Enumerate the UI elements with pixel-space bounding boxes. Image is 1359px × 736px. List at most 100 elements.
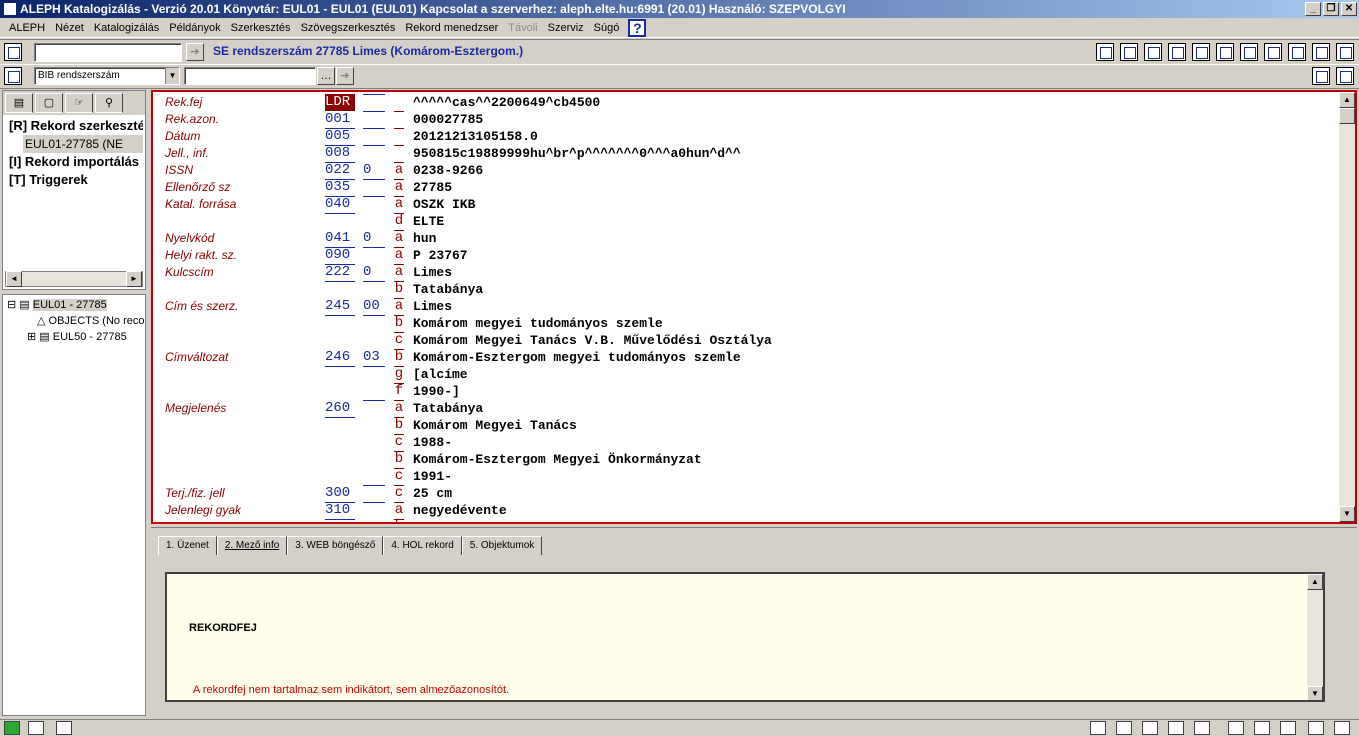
info-scroll-up-icon[interactable]: ▲ <box>1307 574 1323 590</box>
field-value[interactable]: Limes <box>413 298 452 315</box>
subfield-code[interactable] <box>394 128 404 146</box>
field-value[interactable]: 27785 <box>413 179 452 196</box>
status-network-icon[interactable] <box>1090 721 1106 735</box>
subfield-code[interactable]: a <box>394 247 404 265</box>
index-input[interactable] <box>184 67 316 85</box>
field-indicator[interactable] <box>363 247 385 248</box>
tab-hol-record[interactable]: 4. HOL rekord <box>383 536 462 555</box>
record-field-row[interactable]: g [alcíme <box>163 366 1338 384</box>
field-value[interactable]: 950815c19889999hu^br^p^^^^^^^0^^^a0hun^d… <box>413 145 741 162</box>
record-field-row[interactable]: Nyelvkód 041 0 a hun <box>163 230 1338 248</box>
field-indicator[interactable] <box>363 94 385 95</box>
field-value[interactable]: 2002 <box>413 519 444 522</box>
subfield-code[interactable]: c <box>394 468 404 486</box>
field-value[interactable]: hun <box>413 230 436 247</box>
status-user-icon[interactable] <box>1254 721 1270 735</box>
field-indicator[interactable] <box>363 196 385 197</box>
record-field-row[interactable]: Helyi rakt. sz. 090 a P 23767 <box>163 247 1338 265</box>
field-icon[interactable] <box>1240 43 1258 61</box>
subfield-code[interactable]: f <box>394 383 404 401</box>
tab-records-icon[interactable]: ▤ <box>5 93 33 113</box>
field-value[interactable]: OSZK IKB <box>413 196 475 213</box>
field-tag[interactable]: 246 <box>325 349 355 367</box>
close-record-icon[interactable] <box>1312 43 1330 61</box>
field-value[interactable]: Komárom-Esztergom megyei tudományos szem… <box>413 349 741 366</box>
record-icon[interactable] <box>1096 43 1114 61</box>
status-print-icon[interactable] <box>1308 721 1324 735</box>
field-value[interactable]: 1990-] <box>413 383 460 400</box>
subfield-code[interactable]: c <box>394 332 404 350</box>
menu-help[interactable]: Súgó <box>589 22 625 34</box>
list-icon[interactable] <box>1168 43 1186 61</box>
scroll-left-icon[interactable]: ◄ <box>6 271 22 287</box>
index-go-button[interactable]: ➔ <box>336 67 354 85</box>
menu-aleph[interactable]: ALEPH <box>4 22 50 34</box>
record-field-row[interactable]: Jelenlegi gyak 310 a negyedévente <box>163 502 1338 520</box>
status-doc-icon[interactable] <box>28 721 44 735</box>
field-value[interactable]: Komárom Megyei Tanács <box>413 417 577 434</box>
tab-doc-icon[interactable]: ▢ <box>35 93 63 113</box>
save-icon[interactable] <box>1216 43 1234 61</box>
horizontal-scrollbar[interactable]: ◄ ► <box>5 271 143 287</box>
status-home-icon[interactable] <box>1280 721 1296 735</box>
record-field-row[interactable]: b Komárom Megyei Tanács <box>163 417 1338 435</box>
subfield-code[interactable] <box>394 145 404 163</box>
record-field-row[interactable]: Terj./fiz. jell 300 c 25 cm <box>163 485 1338 503</box>
subfield-code[interactable]: a <box>394 179 404 197</box>
record-field-row[interactable]: ISSN 022 0 a 0238-9266 <box>163 162 1338 180</box>
open-icon[interactable] <box>4 67 22 85</box>
field-value[interactable]: [alcíme <box>413 366 468 383</box>
subfield-code[interactable]: d <box>394 213 404 231</box>
field-indicator[interactable]: 0 <box>363 264 385 282</box>
record-editor[interactable]: Rek.fej LDR ^^^^^cas^^2200649^cb4500 Rek.a… <box>151 90 1357 524</box>
field-tag[interactable]: 300 <box>325 485 355 503</box>
field-value[interactable]: 000027785 <box>413 111 483 128</box>
field-value[interactable]: Komárom megyei tudományos szemle <box>413 315 663 332</box>
subfield-code[interactable] <box>394 94 404 112</box>
tree-item-triggers[interactable]: [T] Triggerek <box>9 171 143 189</box>
tab-message[interactable]: 1. Üzenet <box>158 536 217 555</box>
tab-search-icon[interactable]: ⚲ <box>95 93 123 113</box>
exit-icon[interactable] <box>1336 43 1354 61</box>
field-value[interactable]: Tatabánya <box>413 281 483 298</box>
field-value[interactable]: negyedévente <box>413 502 507 519</box>
field-tag[interactable]: 040 <box>325 196 355 214</box>
info-scroll-down-icon[interactable]: ▼ <box>1307 686 1323 700</box>
record-field-row[interactable]: Cím és szerz. 245 00 a Limes <box>163 298 1338 316</box>
record-field-row[interactable]: b Komárom megyei tudományos szemle <box>163 315 1338 333</box>
minimize-button[interactable]: _ <box>1305 2 1321 16</box>
status-key-icon[interactable] <box>1228 721 1244 735</box>
field-value[interactable]: P 23767 <box>413 247 468 264</box>
subfield-code[interactable]: b <box>394 349 404 367</box>
field-tag[interactable]: 005 <box>325 128 355 146</box>
info-scrollbar[interactable]: ▲ ▼ <box>1307 574 1323 700</box>
field-value[interactable]: Komárom Megyei Tanács V.B. Művelődési Os… <box>413 332 772 349</box>
help-icon[interactable]: ? <box>628 18 647 37</box>
tab-web-browser[interactable]: 3. WEB böngésző <box>287 536 384 555</box>
field-indicator[interactable]: 00 <box>363 298 385 316</box>
record-field-row[interactable]: f 1990-] <box>163 383 1338 401</box>
restore-button[interactable]: ❐ <box>1323 2 1339 16</box>
field-tag[interactable]: 035 <box>325 179 355 197</box>
subfield-code[interactable]: a <box>394 400 404 418</box>
subfield-code[interactable]: b <box>394 281 404 299</box>
field-value[interactable]: 0238-9266 <box>413 162 483 179</box>
field-indicator[interactable]: 0 <box>363 230 385 248</box>
field-tag[interactable]: 260 <box>325 400 355 418</box>
scroll-down-icon[interactable]: ▼ <box>1339 506 1355 522</box>
menu-cataloging[interactable]: Katalogizálás <box>89 22 164 34</box>
index-select[interactable]: BIB rendszerszám ▼ <box>34 67 180 85</box>
field-tag[interactable]: LDR <box>325 94 355 111</box>
field-value[interactable]: Tatabánya <box>413 400 483 417</box>
menu-service[interactable]: Szerviz <box>543 22 589 34</box>
close-button[interactable]: ✕ <box>1341 2 1357 16</box>
field-value[interactable]: Limes <box>413 264 452 281</box>
marc-icon[interactable] <box>1264 43 1282 61</box>
field-tag[interactable]: 090 <box>325 247 355 265</box>
field-tag[interactable]: 008 <box>325 145 355 163</box>
tab-hand-icon[interactable]: ☞ <box>65 93 93 113</box>
field-tag[interactable]: 310 <box>325 502 355 520</box>
field-indicator[interactable] <box>363 485 385 486</box>
close-all-icon[interactable] <box>1336 67 1354 85</box>
field-value[interactable]: Komárom-Esztergom Megyei Önkormányzat <box>413 451 702 468</box>
